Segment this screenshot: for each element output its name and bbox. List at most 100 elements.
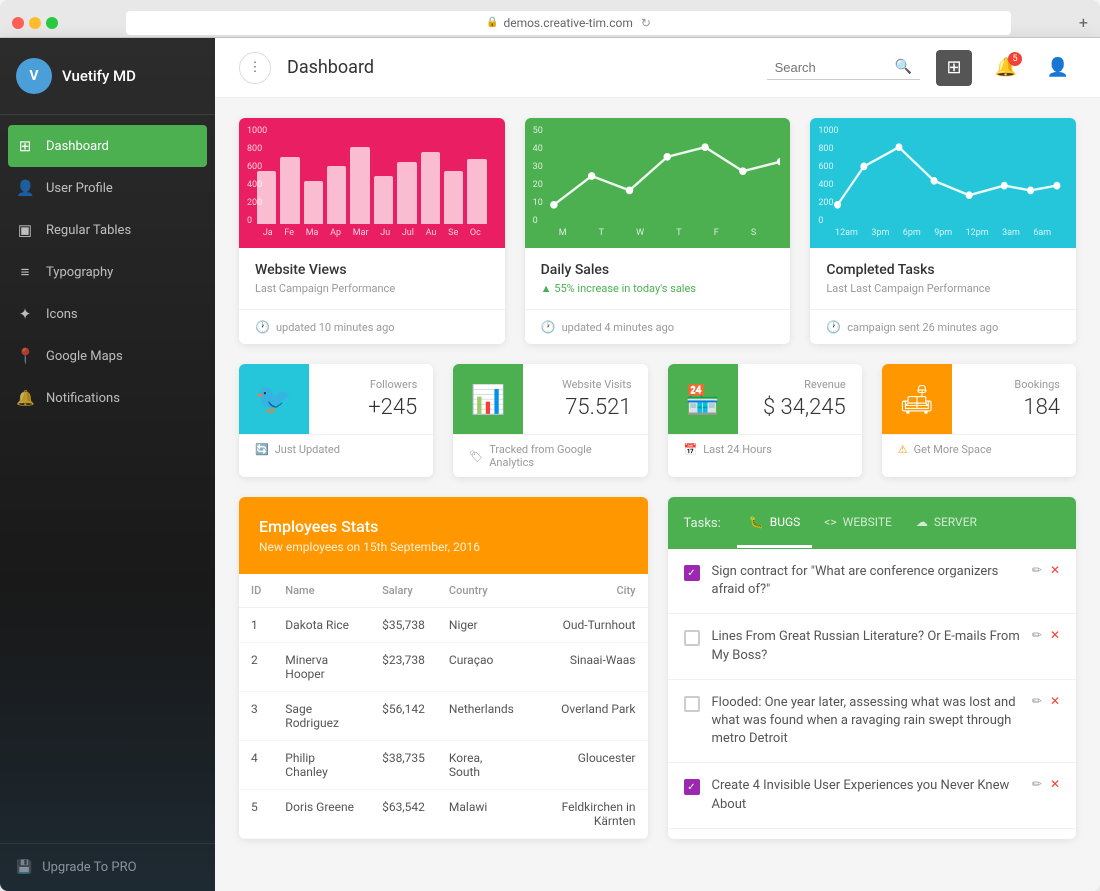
- search-box[interactable]: 🔍: [767, 55, 920, 80]
- website-visits-value: 75.521: [539, 395, 631, 420]
- cell-city: Oud-Turnhout: [527, 608, 647, 643]
- sidebar-nav: ⊞ Dashboard 👤User Profile▣Regular Tables≡T…: [0, 115, 215, 843]
- search-input[interactable]: [775, 60, 895, 75]
- task-delete-button[interactable]: ✕: [1050, 694, 1060, 708]
- task-text: Flooded: One year later, assessing what …: [712, 694, 1020, 749]
- website-views-footer-text: updated 10 minutes ago: [276, 321, 395, 334]
- chart-icon: 📊: [471, 383, 506, 416]
- grid-view-button[interactable]: ⊞: [936, 50, 972, 86]
- tab-server[interactable]: ☁ SERVER: [904, 499, 989, 548]
- tab-website[interactable]: <> WEBSITE: [812, 499, 904, 548]
- website-visits-body: 📊 Website Visits 75.521: [453, 364, 647, 434]
- browser-url-bar[interactable]: 🔒 demos.creative-tim.com ↻: [126, 11, 1011, 35]
- cell-id: 5: [239, 790, 273, 839]
- tasks-label: Tasks:: [684, 516, 721, 531]
- task-checkbox[interactable]: ✓: [684, 565, 700, 581]
- upgrade-label: Upgrade To PRO: [42, 860, 136, 875]
- cell-city: Overland Park: [527, 692, 647, 741]
- col-id: ID: [239, 574, 273, 608]
- twitter-footer-text: Just Updated: [275, 443, 340, 456]
- task-delete-button[interactable]: ✕: [1050, 563, 1060, 577]
- bookings-footer-text: Get More Space: [914, 443, 992, 456]
- employee-table: ID Name Salary Country City 1 Dakota Ric…: [239, 574, 648, 839]
- task-delete-button[interactable]: ✕: [1050, 628, 1060, 642]
- bookings-label: Bookings: [968, 378, 1060, 391]
- nav-label-regular-tables: Regular Tables: [46, 223, 131, 238]
- cell-id: 2: [239, 643, 273, 692]
- reload-icon[interactable]: ↻: [641, 16, 651, 30]
- cell-salary: $63,542: [370, 790, 437, 839]
- browser-dots: [12, 17, 58, 29]
- code-icon: <>: [824, 515, 836, 529]
- cell-name: Doris Greene: [273, 790, 370, 839]
- new-tab-button[interactable]: +: [1079, 13, 1088, 32]
- bar: [444, 171, 463, 224]
- table-row: 4 Philip Chanley $38,735 Korea, South Gl…: [239, 741, 648, 790]
- topbar: ⋮ Dashboard 🔍 ⊞ 🔔 5 👤: [215, 38, 1100, 98]
- sidebar-item-typography[interactable]: ≡Typography: [0, 251, 215, 293]
- sidebar-logo: V Vuetify MD: [0, 38, 215, 115]
- table-row: 5 Doris Greene $63,542 Malawi Feldkirche…: [239, 790, 648, 839]
- cell-salary: $56,142: [370, 692, 437, 741]
- daily-sales-line-chart: [535, 128, 781, 224]
- bookings-footer: ⚠ Get More Space: [882, 434, 1076, 464]
- sidebar-item-user-profile[interactable]: 👤User Profile: [0, 167, 215, 209]
- task-actions: ✏ ✕: [1032, 563, 1060, 577]
- twitter-value: +245: [325, 395, 417, 420]
- upgrade-button[interactable]: 💾 Upgrade To PRO: [0, 843, 215, 891]
- task-checkbox[interactable]: [684, 696, 700, 712]
- sidebar-item-icons[interactable]: ✦ Icons: [0, 293, 215, 335]
- task-edit-button[interactable]: ✏: [1032, 777, 1042, 791]
- revenue-body: 🏪 Revenue $ 34,245: [668, 364, 862, 434]
- search-icon[interactable]: 🔍: [895, 59, 912, 75]
- cell-country: Niger: [437, 608, 528, 643]
- dot-red[interactable]: [12, 17, 24, 29]
- sidebar-item-regular-tables[interactable]: ▣Regular Tables: [0, 209, 215, 251]
- couch-icon-area: 🛋: [882, 364, 952, 434]
- daily-sales-footer-text: updated 4 minutes ago: [562, 321, 674, 334]
- sidebar-item-notifications[interactable]: 🔔Notifications: [0, 377, 215, 419]
- twitter-card-body: 🐦 Followers +245: [239, 364, 433, 434]
- task-edit-button[interactable]: ✏: [1032, 628, 1042, 642]
- col-country: Country: [437, 574, 528, 608]
- task-edit-button[interactable]: ✏: [1032, 563, 1042, 577]
- task-edit-button[interactable]: ✏: [1032, 694, 1042, 708]
- bottom-row: Employees Stats New employees on 15th Se…: [239, 497, 1076, 839]
- twitter-footer: 🔄 Just Updated: [239, 434, 433, 464]
- task-checkbox[interactable]: ✓: [684, 779, 700, 795]
- nav-label-icons: Icons: [46, 307, 78, 322]
- sidebar-item-google-maps[interactable]: 📍Google Maps: [0, 335, 215, 377]
- dot-yellow[interactable]: [29, 17, 41, 29]
- logo-avatar: V: [16, 58, 52, 94]
- notification-badge: 5: [1008, 52, 1022, 66]
- update-icon: 🔄: [255, 443, 269, 456]
- notifications-button[interactable]: 🔔 5: [988, 50, 1024, 86]
- grid-icon: ⊞: [946, 57, 961, 78]
- menu-button[interactable]: ⋮: [239, 52, 271, 84]
- cell-city: Sinaai-Waas: [527, 643, 647, 692]
- nav-icon-user-profile: 👤: [16, 179, 34, 197]
- cell-city: Feldkirchen in Kärnten: [527, 790, 647, 839]
- cell-id: 1: [239, 608, 273, 643]
- task-checkbox[interactable]: [684, 630, 700, 646]
- tasks-list: ✓ Sign contract for "What are conference…: [668, 549, 1077, 829]
- calendar-icon: 📅: [684, 443, 698, 456]
- nav-label-dashboard: Dashboard: [46, 139, 109, 154]
- completed-tasks-y-labels: 10008006004002000: [818, 126, 838, 226]
- logo-initial: V: [29, 68, 38, 84]
- dot-green[interactable]: [46, 17, 58, 29]
- cell-id: 3: [239, 692, 273, 741]
- nav-icon-dashboard: ⊞: [16, 137, 34, 155]
- task-delete-button[interactable]: ✕: [1050, 777, 1060, 791]
- user-menu-button[interactable]: 👤: [1040, 50, 1076, 86]
- daily-sales-subtitle: ▲ 55% increase in today's sales: [541, 282, 775, 295]
- website-visits-stats: Website Visits 75.521: [523, 366, 647, 432]
- daily-sales-info: Daily Sales ▲ 55% increase in today's sa…: [525, 248, 791, 310]
- tab-bugs[interactable]: 🐛 BUGS: [737, 499, 813, 548]
- nav-icon-icons: ✦: [16, 305, 34, 323]
- completed-tasks-chart: 10008006004002000: [810, 118, 1076, 248]
- employee-header-title: Employees Stats: [259, 517, 628, 536]
- completed-tasks-subtitle: Last Last Campaign Performance: [826, 282, 1060, 295]
- sidebar-item-dashboard[interactable]: ⊞ Dashboard: [8, 125, 207, 167]
- twitter-icon: 🐦: [255, 382, 292, 417]
